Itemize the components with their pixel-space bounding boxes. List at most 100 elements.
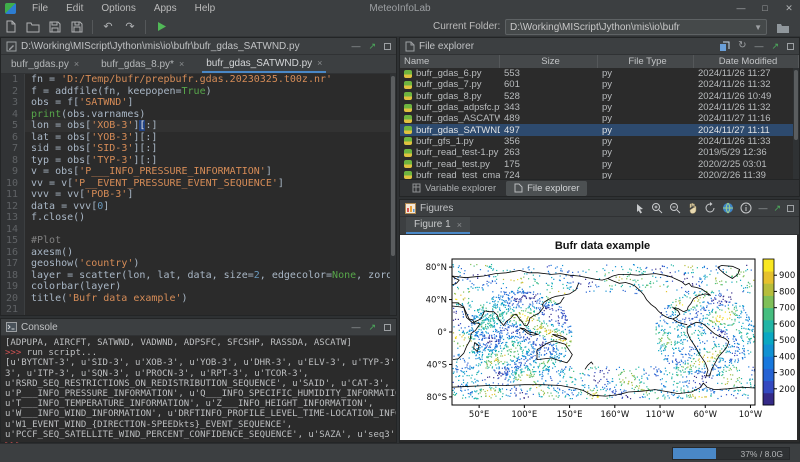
column-header-name[interactable]: Name [400,55,500,68]
minimize-panel-button[interactable]: — [758,203,767,213]
file-date-cell: 2024/11/26 10:49 [694,91,799,102]
close-tab-icon[interactable]: × [317,58,322,68]
rotate-icon[interactable] [704,202,716,214]
table-row[interactable]: bufr_gfs_1.py356py2024/11/26 11:33 [400,136,799,147]
line-number: 15 [1,235,25,247]
column-header-size[interactable]: Size [500,55,598,68]
editor-tab[interactable]: bufr_gdas_8.py*× [97,55,188,73]
menu-options[interactable]: Options [92,0,144,17]
tab-figure-1[interactable]: Figure 1 × [406,217,470,234]
zoom-out-icon[interactable] [669,202,681,214]
table-row[interactable]: bufr_gdas_8.py528py2024/11/26 10:49 [400,91,799,102]
minimize-panel-button[interactable]: — [351,322,360,332]
column-header-file-type[interactable]: File Type [598,55,694,68]
run-script-button[interactable] [151,18,171,36]
menu-file[interactable]: File [23,0,57,17]
float-panel-button[interactable]: ↗ [771,41,779,51]
line-number: 8 [1,155,25,167]
save-file-button[interactable] [45,18,65,36]
current-folder-label: Current Folder: [433,21,500,32]
maximize-window-button[interactable]: □ [758,0,772,17]
tab-variable-explorer[interactable]: Variable explorer [404,181,504,196]
column-header-date-modified[interactable]: Date Modified [694,55,799,68]
table-row[interactable]: bufr_read_test-1.py263py2019/5/29 12:36 [400,147,799,158]
float-panel-button[interactable]: ↗ [368,41,376,51]
float-panel-button[interactable]: ↗ [368,322,376,332]
pointer-icon[interactable] [635,203,645,214]
new-file-button[interactable] [1,18,21,36]
maximize-panel-button[interactable] [384,324,391,331]
maximize-panel-button[interactable] [787,205,794,212]
table-row[interactable]: bufr_gdas_adpsfc.py343py2024/11/26 11:32 [400,102,799,113]
undo-button[interactable]: ↶ [98,18,118,36]
code-line: 13f.close() [1,212,396,224]
figures-panel-title: Figures [420,203,453,214]
file-type-cell: py [598,113,694,124]
file-table-rows: bufr_gdas_6.py553py2024/11/26 11:27bufr_… [400,68,799,181]
zoom-in-icon[interactable] [651,202,663,214]
memory-progress-fill [673,448,716,459]
open-file-button[interactable] [23,18,43,36]
code-text: lat = obs['YOB-3'][:] [25,132,157,144]
file-name-cell: bufr_gdas_adpsfc.py [400,102,500,113]
current-folder-combobox[interactable]: D:\Working\MIScript\Jython\mis\io\bufr ▼ [505,19,767,35]
code-line: 11vvv = vv['POB-3'] [1,189,396,201]
explorer-bottom-tabs: Variable explorerFile explorer [400,179,799,196]
file-name-cell: bufr_gdas_6.py [400,68,500,79]
minimize-panel-button[interactable]: — [351,41,360,51]
close-figure-tab-icon[interactable]: × [457,220,462,230]
close-tab-icon[interactable]: × [74,59,79,69]
save-as-button[interactable] [67,18,87,36]
table-row[interactable]: bufr_gdas_7.py601py2024/11/26 11:32 [400,79,799,90]
maximize-panel-button[interactable] [787,43,794,50]
pan-hand-icon[interactable] [687,202,698,214]
editor-tab[interactable]: bufr_gdas.py× [7,55,83,73]
file-name-cell: bufr_gdas_7.py [400,79,500,90]
file-table-scrollbar[interactable] [793,68,799,181]
file-size-cell: 343 [500,102,598,113]
editor-scrollbar[interactable] [390,74,396,315]
code-line: 14 [1,224,396,236]
file-date-cell: 2024/11/26 11:33 [694,136,799,147]
editor-tab[interactable]: bufr_gdas_SATWND.py× [202,55,326,73]
file-date-cell: 2024/11/26 11:32 [694,79,799,90]
chart-icon [405,203,416,214]
menu-help[interactable]: Help [186,0,225,17]
chevron-down-icon[interactable]: ▼ [754,23,762,32]
code-line: 15#Plot [1,235,396,247]
file-explorer-controls: ↻ — ↗ [719,41,794,52]
svg-text:700: 700 [779,304,795,314]
menu-edit[interactable]: Edit [57,0,92,17]
minimize-panel-button[interactable]: — [754,41,763,51]
code-editor[interactable]: 1fn = 'D:/Temp/bufr/prepbufr.gdas.202303… [1,74,396,315]
figures-toolbar: — ↗ [635,202,794,214]
table-row[interactable]: bufr_read_test.py175py2020/2/25 03:01 [400,158,799,169]
console-line: u'RSRD_SEQ_RESTRICTIONS_ON_REDISTRIBUTIO… [5,379,392,389]
redo-button[interactable]: ↷ [120,18,140,36]
maximize-panel-button[interactable] [384,43,391,50]
refresh-icon[interactable]: ↻ [738,41,746,51]
svg-text:100°E: 100°E [511,410,537,420]
figure-canvas-area[interactable]: Bufr data example 80°N40°N0°40°S80°S50°E… [400,235,797,440]
memory-indicator[interactable]: 37% / 8.0G [672,447,790,460]
globe-icon[interactable] [722,202,734,214]
close-tab-icon[interactable]: × [179,59,184,69]
menu-apps[interactable]: Apps [145,0,186,17]
file-date-cell: 2024/11/27 11:16 [694,113,799,124]
code-text: f = addfile(fn, keepopen=True) [25,86,212,98]
editor-panel-controls: — ↗ [351,41,391,51]
minimize-window-button[interactable]: — [734,0,748,17]
copy-path-icon[interactable] [719,41,730,52]
console-line: u'P___INFO_PRESSURE_INFORMATION', u'Q___… [5,389,392,399]
browse-folder-button[interactable] [773,19,793,37]
console-output[interactable]: [ADPUPA, AIRCFT, SATWND, VADWND, ADPSFC,… [1,336,396,452]
info-icon[interactable] [740,202,752,214]
table-row[interactable]: bufr_gdas_SATWND.py497py2024/11/27 11:11 [400,124,799,135]
float-panel-button[interactable]: ↗ [773,203,781,213]
tab-file-explorer[interactable]: File explorer [506,181,587,196]
line-number: 7 [1,143,25,155]
file-date-cell: 2020/2/25 03:01 [694,159,799,170]
table-row[interactable]: bufr_gdas_6.py553py2024/11/26 11:27 [400,68,799,79]
table-row[interactable]: bufr_gdas_ASCATW.py489py2024/11/27 11:16 [400,113,799,124]
close-window-button[interactable]: ✕ [782,0,796,17]
